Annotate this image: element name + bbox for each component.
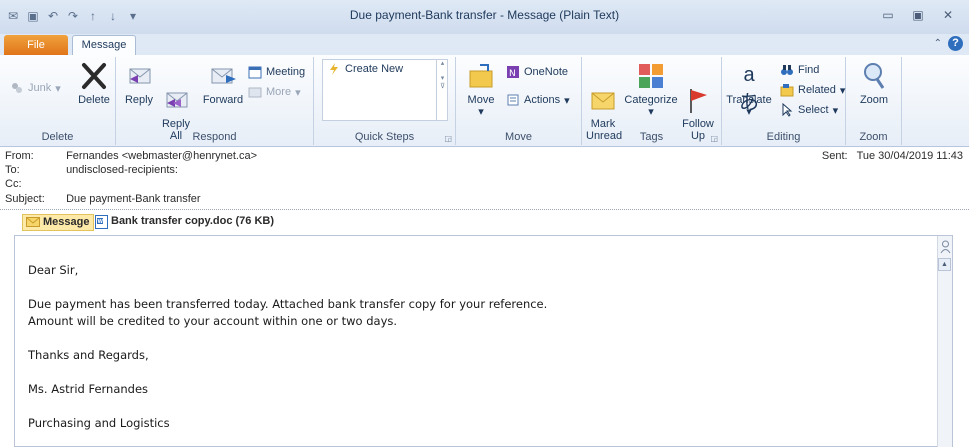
group-label-move: Move bbox=[505, 131, 532, 143]
translate-icon: aあ bbox=[739, 64, 759, 114]
ribbon-tabs: File Message ⌃ ? bbox=[0, 34, 969, 55]
message-header: From: Fernandes <webmaster@henrynet.ca> … bbox=[0, 147, 969, 209]
quick-steps-launcher-icon[interactable]: ◲ bbox=[444, 134, 452, 143]
message-body-text: Dear Sir, Due payment has been transferr… bbox=[28, 262, 908, 432]
meeting-button[interactable]: Meeting bbox=[248, 65, 305, 79]
minimize-button[interactable]: ▭ bbox=[873, 6, 903, 24]
group-respond: Reply Reply All Forward Meeting More ▾ R… bbox=[116, 57, 314, 145]
create-new-quick-step[interactable]: Create New bbox=[327, 62, 403, 76]
people-pane-icon[interactable] bbox=[940, 240, 951, 254]
related-icon bbox=[780, 83, 794, 97]
quick-steps-scroll[interactable]: ▴ ▾ ⊽ bbox=[436, 59, 448, 121]
window-controls: ▭ ▣ ✕ bbox=[873, 6, 963, 24]
group-label-delete: Delete bbox=[41, 131, 74, 143]
to-row: To: undisclosed-recipients: bbox=[5, 164, 178, 176]
sent-info: Sent: Tue 30/04/2019 11:43 bbox=[822, 150, 963, 162]
group-label-zoom: Zoom bbox=[859, 131, 888, 143]
cc-row: Cc: bbox=[5, 178, 63, 190]
sent-label: Sent: bbox=[821, 150, 848, 162]
window-title: Due payment-Bank transfer - Message (Pla… bbox=[349, 8, 620, 22]
more-icon bbox=[248, 85, 262, 99]
subject-value: Due payment-Bank transfer bbox=[66, 193, 201, 205]
from-label: From: bbox=[5, 150, 34, 162]
to-label: To: bbox=[5, 164, 20, 176]
select-button[interactable]: Select ▾ bbox=[780, 102, 838, 117]
group-tags: Mark Unread Categorize ▾ Follow Up Tags ◲ bbox=[582, 57, 722, 145]
scroll-up-arrow[interactable]: ▲ bbox=[938, 258, 951, 271]
meeting-icon bbox=[248, 65, 262, 79]
move-folder-icon bbox=[466, 61, 496, 91]
sent-value: Tue 30/04/2019 11:43 bbox=[856, 150, 963, 162]
restore-button[interactable]: ▣ bbox=[903, 6, 933, 24]
close-button[interactable]: ✕ bbox=[933, 6, 963, 24]
group-label-editing: Editing bbox=[766, 131, 801, 143]
subject-row: Subject: Due payment-Bank transfer bbox=[5, 193, 201, 205]
group-editing: aあ Translate ▾ Find Related ▾ Select ▾ Edit… bbox=[722, 57, 846, 145]
actions-icon bbox=[506, 93, 520, 107]
reply-all-icon bbox=[161, 73, 191, 108]
attachment-file[interactable]: W Bank transfer copy.doc (76 KB) bbox=[95, 214, 274, 231]
forward-button[interactable]: Forward bbox=[200, 61, 246, 106]
svg-text:N: N bbox=[509, 69, 516, 79]
related-button[interactable]: Related ▾ bbox=[780, 83, 845, 97]
svg-text:W: W bbox=[98, 219, 104, 225]
mark-unread-icon bbox=[588, 73, 618, 110]
junk-icon bbox=[10, 81, 24, 95]
cc-label: Cc: bbox=[5, 178, 22, 190]
from-value[interactable]: Fernandes <webmaster@henrynet.ca> bbox=[66, 150, 257, 162]
delete-button[interactable]: Delete bbox=[74, 61, 114, 106]
lightning-icon bbox=[327, 62, 341, 76]
reply-button[interactable]: Reply bbox=[122, 61, 156, 106]
envelope-icon bbox=[26, 216, 40, 233]
move-button[interactable]: Move ▾ bbox=[464, 61, 498, 118]
more-respond-button[interactable]: More ▾ bbox=[248, 85, 301, 99]
onenote-icon: N bbox=[506, 65, 520, 79]
group-label-respond: Respond bbox=[192, 131, 237, 143]
closing: Thanks and Regards, bbox=[28, 348, 149, 362]
word-doc-icon: W bbox=[95, 215, 108, 234]
zoom-button[interactable]: Zoom bbox=[852, 61, 896, 106]
group-label-tags: Tags bbox=[639, 131, 664, 143]
tags-launcher-icon[interactable]: ◲ bbox=[710, 134, 718, 143]
tab-message[interactable]: Message bbox=[72, 35, 136, 55]
cursor-icon bbox=[780, 102, 794, 117]
body-line-2: Amount will be credited to your account … bbox=[28, 314, 398, 328]
forward-icon bbox=[208, 61, 238, 91]
categorize-icon bbox=[636, 61, 666, 91]
group-label-quick-steps: Quick Steps bbox=[354, 131, 415, 143]
binoculars-icon bbox=[780, 63, 794, 77]
translate-button[interactable]: aあ Translate ▾ bbox=[724, 61, 774, 118]
group-zoom: Zoom Zoom bbox=[846, 57, 902, 145]
header-divider bbox=[0, 209, 969, 210]
reply-icon bbox=[124, 61, 154, 91]
collapse-ribbon-icon[interactable]: ⌃ bbox=[934, 38, 942, 49]
actions-button[interactable]: Actions ▾ bbox=[506, 93, 570, 107]
title-bar: ✉ ▣ ↶ ↷ ↑ ↓ ▾ Due payment-Bank transfer … bbox=[0, 0, 969, 34]
junk-button[interactable]: Junk ▾ bbox=[10, 81, 61, 95]
group-delete: Junk ▾ Delete Delete bbox=[0, 57, 116, 145]
message-tab-button[interactable]: Message bbox=[22, 214, 95, 233]
greeting: Dear Sir, bbox=[28, 263, 79, 277]
categorize-button[interactable]: Categorize ▾ bbox=[622, 61, 680, 118]
delete-x-icon bbox=[79, 61, 109, 91]
sender-department: Purchasing and Logistics bbox=[28, 416, 170, 430]
tab-file[interactable]: File bbox=[4, 35, 68, 55]
magnifier-icon bbox=[859, 61, 889, 91]
from-row: From: Fernandes <webmaster@henrynet.ca> bbox=[5, 150, 257, 162]
group-move: Move ▾ N OneNote Actions ▾ Move bbox=[456, 57, 582, 145]
body-line-1: Due payment has been transferred today. … bbox=[28, 297, 548, 311]
to-value[interactable]: undisclosed-recipients: bbox=[66, 164, 178, 176]
flag-icon bbox=[683, 73, 713, 113]
onenote-button[interactable]: N OneNote bbox=[506, 65, 568, 79]
ribbon: Junk ▾ Delete Delete Reply Reply All For… bbox=[0, 55, 969, 147]
attachment-bar: Message W Bank transfer copy.doc (76 KB) bbox=[0, 211, 969, 233]
subject-label: Subject: bbox=[5, 193, 45, 205]
sender-name: Ms. Astrid Fernandes bbox=[28, 382, 149, 396]
quick-steps-gallery[interactable]: Create New bbox=[322, 59, 448, 121]
find-button[interactable]: Find bbox=[780, 63, 819, 77]
ribbon-right-controls: ⌃ ? bbox=[934, 36, 963, 51]
help-icon[interactable]: ? bbox=[948, 36, 963, 51]
